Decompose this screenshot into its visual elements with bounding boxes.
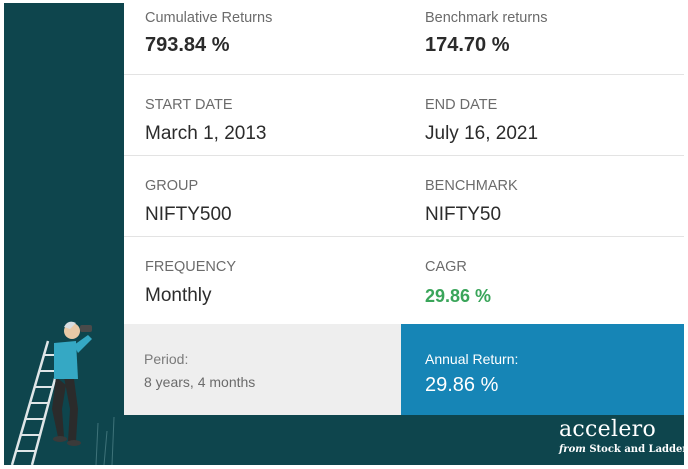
end-date-stat: END DATE July 16, 2021 bbox=[404, 96, 684, 146]
stats-card: Cumulative Returns 793.84 % Benchmark re… bbox=[124, 3, 684, 326]
cagr-label: CAGR bbox=[425, 259, 467, 275]
annual-return-summary: Annual Return: 29.86 % bbox=[401, 324, 684, 415]
person-shoe bbox=[67, 440, 81, 446]
person-arm bbox=[74, 335, 92, 353]
period-summary: Period: 8 years, 4 months bbox=[124, 324, 401, 415]
cumulative-returns-label: Cumulative Returns bbox=[145, 10, 273, 26]
binoculars-icon bbox=[80, 325, 92, 332]
frequency-label: FREQUENCY bbox=[145, 259, 237, 275]
accelero-logo: accelero from Stock and Ladder bbox=[557, 415, 684, 465]
brand-tagline-from: from bbox=[559, 444, 586, 455]
cagr-value: 29.86 % bbox=[425, 286, 492, 306]
person-with-binoculars-on-ladder-illustration bbox=[10, 321, 115, 465]
brand-tagline-company: Stock and Ladder bbox=[589, 444, 684, 455]
universe-row: GROUP NIFTY500 BENCHMARK NIFTY50 bbox=[124, 177, 684, 227]
period-value: 8 years, 4 months bbox=[144, 374, 256, 390]
benchmark-returns-stat: Benchmark returns 174.70 % bbox=[404, 9, 684, 57]
backtest-summary-panel: Cumulative Returns 793.84 % Benchmark re… bbox=[4, 3, 684, 465]
returns-row: Cumulative Returns 793.84 % Benchmark re… bbox=[124, 9, 684, 57]
start-date-stat: START DATE March 1, 2013 bbox=[124, 96, 404, 146]
dates-row: START DATE March 1, 2013 END DATE July 1… bbox=[124, 96, 684, 146]
cumulative-returns-stat: Cumulative Returns 793.84 % bbox=[124, 9, 404, 57]
divider bbox=[124, 74, 684, 75]
person-leg bbox=[64, 377, 78, 441]
benchmark-returns-value: 174.70 % bbox=[425, 34, 510, 56]
benchmark-value: NIFTY50 bbox=[425, 204, 502, 225]
frequency-row: FREQUENCY Monthly CAGR 29.86 % bbox=[124, 258, 684, 308]
benchmark-stat: BENCHMARK NIFTY50 bbox=[404, 177, 684, 227]
benchmark-returns-label: Benchmark returns bbox=[425, 10, 548, 26]
period-label: Period: bbox=[144, 351, 189, 367]
divider bbox=[124, 155, 684, 156]
start-date-value: March 1, 2013 bbox=[145, 123, 267, 144]
end-date-label: END DATE bbox=[425, 97, 498, 113]
person-shoe bbox=[53, 436, 67, 442]
shrub-lines bbox=[95, 416, 115, 465]
cumulative-returns-value: 793.84 % bbox=[145, 34, 230, 56]
annual-return-label: Annual Return: bbox=[425, 351, 519, 367]
group-label: GROUP bbox=[145, 178, 199, 194]
brand-name: accelero bbox=[559, 417, 656, 442]
start-date-label: START DATE bbox=[145, 97, 233, 113]
divider bbox=[124, 236, 684, 237]
cagr-stat: CAGR 29.86 % bbox=[404, 258, 684, 308]
frequency-value: Monthly bbox=[145, 285, 212, 306]
frequency-stat: FREQUENCY Monthly bbox=[124, 258, 404, 308]
group-stat: GROUP NIFTY500 bbox=[124, 177, 404, 227]
end-date-value: July 16, 2021 bbox=[425, 123, 539, 144]
brand-tagline: from Stock and Ladder bbox=[559, 444, 684, 455]
annual-return-value: 29.86 % bbox=[425, 374, 499, 396]
group-value: NIFTY500 bbox=[145, 204, 232, 225]
person-shirt bbox=[54, 341, 78, 379]
benchmark-label: BENCHMARK bbox=[425, 178, 518, 194]
